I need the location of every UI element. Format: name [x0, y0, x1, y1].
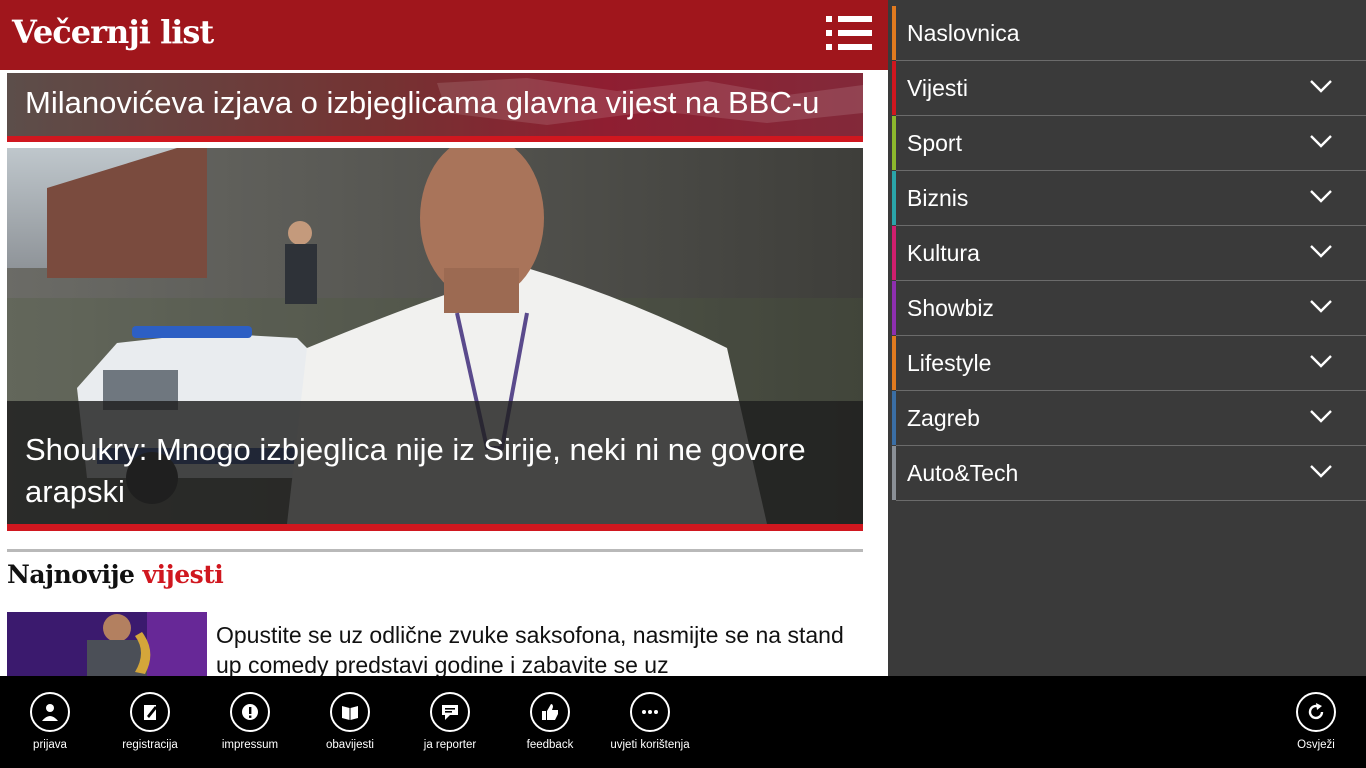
thumbs-up-icon [530, 692, 570, 732]
section-title: Najnovije vijesti [7, 560, 224, 589]
nav-item-label: Lifestyle [907, 350, 992, 376]
header-bar: Večernji list [0, 0, 888, 70]
chevron-down-icon[interactable] [1310, 244, 1332, 258]
list-icon [826, 44, 872, 50]
nav-item-label: Naslovnica [907, 20, 1020, 46]
nav-item-color-stripe [892, 281, 896, 335]
nav-item-zagreb[interactable]: Zagreb [892, 389, 1366, 446]
section-divider [7, 549, 863, 552]
chevron-down-icon[interactable] [1310, 79, 1332, 93]
category-nav-pane: Naslovnica Vijesti Sport Biznis Kultura Showb… [888, 0, 1366, 676]
nav-item-showbiz[interactable]: Showbiz [892, 279, 1366, 336]
section-title-accent: vijesti [142, 560, 224, 589]
nav-item-label: Kultura [907, 240, 980, 266]
nav-item-naslovnica[interactable]: Naslovnica [892, 4, 1366, 61]
nav-item-color-stripe [892, 391, 896, 445]
hero-caption: Shoukry: Mnogo izbjeglica nije iz Sirije… [7, 401, 863, 524]
refresh-button[interactable]: Osvježi [1266, 692, 1366, 762]
nav-item-label: Sport [907, 130, 962, 156]
app-bar-button-label: obavijesti [326, 739, 374, 751]
bottom-app-bar: prijava registracija impressum obavijesti ja… [0, 676, 1366, 768]
book-icon [330, 692, 370, 732]
content-pane: Večernji list Milanovićeva izjava o izbj… [0, 0, 888, 676]
registracija-button[interactable]: registracija [100, 692, 200, 762]
app-bar-button-label: ja reporter [423, 739, 477, 751]
list-icon [826, 30, 872, 36]
chevron-down-icon[interactable] [1310, 464, 1332, 478]
app-bar-button-label: registracija [122, 739, 178, 751]
nav-item-label: Showbiz [907, 295, 994, 321]
app-bar-button-label: impressum [221, 739, 279, 751]
nav-item-color-stripe [892, 171, 896, 225]
user-icon [30, 692, 70, 732]
list-icon [826, 16, 872, 22]
nav-item-vijesti[interactable]: Vijesti [892, 59, 1366, 116]
nav-separator [896, 500, 1366, 501]
info-alert-icon [230, 692, 270, 732]
nav-item-label: Zagreb [907, 405, 980, 431]
nav-item-auto-tech[interactable]: Auto&Tech [892, 444, 1366, 501]
nav-item-color-stripe [892, 61, 896, 115]
chevron-down-icon[interactable] [1310, 409, 1332, 423]
accent-bar [7, 136, 863, 142]
nav-item-sport[interactable]: Sport [892, 114, 1366, 171]
saxophone-photo [7, 612, 207, 676]
app-bar-button-label: prijava [33, 739, 67, 751]
ja-reporter-button[interactable]: ja reporter [400, 692, 500, 762]
nav-item-color-stripe [892, 446, 896, 500]
nav-item-label: Auto&Tech [907, 460, 1019, 486]
impressum-button[interactable]: impressum [200, 692, 300, 762]
uvjeti-korištenja-button[interactable]: uvjeti korištenja [600, 692, 700, 762]
prijava-button[interactable]: prijava [0, 692, 100, 762]
chevron-down-icon[interactable] [1310, 354, 1332, 368]
section-title-prefix: Najnovije [7, 560, 135, 589]
nav-item-label: Vijesti [907, 75, 968, 101]
brand-logo[interactable]: Večernji list [12, 13, 214, 51]
hero-headline-text: Shoukry: Mnogo izbjeglica nije iz Sirije… [25, 432, 806, 509]
more-icon [630, 692, 670, 732]
hero-article-card[interactable]: Shoukry: Mnogo izbjeglica nije iz Sirije… [7, 148, 863, 524]
accent-bar [7, 524, 863, 531]
app-window: Večernji list Milanovićeva izjava o izbj… [0, 0, 1366, 768]
obavijesti-button[interactable]: obavijesti [300, 692, 400, 762]
top-headline-text: Milanovićeva izjava o izbjeglicama glavn… [25, 85, 820, 120]
edit-icon [130, 692, 170, 732]
app-bar-button-label: feedback [526, 739, 574, 751]
chevron-down-icon[interactable] [1310, 299, 1332, 313]
feedback-button[interactable]: feedback [500, 692, 600, 762]
nav-item-label: Biznis [907, 185, 969, 211]
nav-item-kultura[interactable]: Kultura [892, 224, 1366, 281]
news-item-thumbnail[interactable] [7, 612, 207, 676]
nav-item-lifestyle[interactable]: Lifestyle [892, 334, 1366, 391]
nav-item-color-stripe [892, 6, 896, 60]
chevron-down-icon[interactable] [1310, 189, 1332, 203]
news-item-text[interactable]: Opustite se uz odlične zvuke saksofona, … [216, 620, 856, 676]
app-bar-button-label: uvjeti korištenja [610, 739, 690, 751]
list-menu-button[interactable] [826, 14, 874, 54]
top-headline-card[interactable]: Milanovićeva izjava o izbjeglicama glavn… [7, 73, 863, 136]
app-bar-button-label: Osvježi [1297, 739, 1335, 751]
nav-item-biznis[interactable]: Biznis [892, 169, 1366, 226]
refresh-icon [1296, 692, 1336, 732]
nav-item-color-stripe [892, 336, 896, 390]
nav-item-color-stripe [892, 116, 896, 170]
chat-icon [430, 692, 470, 732]
nav-item-color-stripe [892, 226, 896, 280]
chevron-down-icon[interactable] [1310, 134, 1332, 148]
